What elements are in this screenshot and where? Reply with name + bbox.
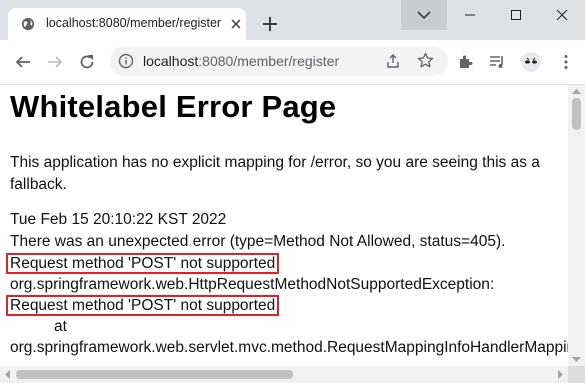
new-tab-icon[interactable] bbox=[260, 14, 280, 34]
tab-title: localhost:8080/member/register bbox=[46, 16, 222, 30]
tab-search-button[interactable] bbox=[401, 0, 447, 30]
back-arrow-icon[interactable] bbox=[14, 53, 32, 71]
horizontal-scrollbar[interactable] bbox=[0, 366, 568, 383]
scroll-left-arrow-icon[interactable] bbox=[4, 370, 10, 379]
close-window-button[interactable] bbox=[539, 0, 585, 30]
page-title: Whitelabel Error Page bbox=[10, 89, 337, 124]
minimize-icon bbox=[465, 14, 475, 16]
url-text[interactable]: localhost:8080/member/register bbox=[143, 53, 339, 69]
url-host: localhost bbox=[143, 53, 199, 69]
browser-toolbar: localhost:8080/member/register bbox=[0, 40, 585, 85]
reading-list-icon[interactable] bbox=[488, 53, 506, 71]
page-content: Whitelabel Error Page This application h… bbox=[0, 85, 568, 366]
close-tab-icon[interactable] bbox=[228, 16, 244, 32]
chevron-down-icon bbox=[417, 11, 431, 20]
exception-class: org.springframework.web.HttpRequestMetho… bbox=[10, 276, 495, 293]
error-timestamp: Tue Feb 15 20:10:22 KST 2022 bbox=[10, 211, 227, 228]
stack-trace-line: org.springframework.web.servlet.mvc.meth… bbox=[10, 339, 568, 356]
horizontal-scroll-thumb[interactable] bbox=[16, 370, 293, 379]
highlighted-exception-message: Request method 'POST' not supported bbox=[5, 295, 280, 316]
profile-avatar-icon[interactable] bbox=[520, 51, 542, 73]
address-bar[interactable]: localhost:8080/member/register bbox=[110, 46, 448, 76]
site-info-icon[interactable] bbox=[118, 53, 134, 69]
browser-tab[interactable]: localhost:8080/member/register bbox=[8, 8, 246, 40]
stack-at: at bbox=[54, 318, 67, 335]
url-path: :8080/member/register bbox=[198, 53, 340, 69]
share-icon[interactable] bbox=[385, 53, 401, 69]
scroll-up-arrow-icon[interactable] bbox=[572, 88, 581, 94]
vertical-scroll-thumb[interactable] bbox=[572, 98, 581, 130]
reload-icon[interactable] bbox=[78, 53, 96, 71]
forward-arrow-icon[interactable] bbox=[46, 53, 64, 71]
maximize-icon bbox=[511, 10, 521, 20]
minimize-button[interactable] bbox=[447, 0, 493, 30]
highlighted-error-message: Request method 'POST' not supported bbox=[5, 253, 280, 274]
extensions-puzzle-icon[interactable] bbox=[457, 53, 475, 71]
error-description: This application has no explicit mapping… bbox=[10, 154, 540, 193]
scroll-down-arrow-icon[interactable] bbox=[572, 357, 581, 363]
more-menu-icon[interactable] bbox=[557, 53, 575, 71]
bookmark-star-icon[interactable] bbox=[417, 52, 434, 69]
error-status-line: There was an unexpected error (type=Meth… bbox=[10, 233, 506, 250]
scrollbar-corner bbox=[568, 366, 585, 383]
vertical-scrollbar[interactable] bbox=[568, 85, 585, 366]
tab-strip: localhost:8080/member/register bbox=[0, 0, 585, 40]
scroll-right-arrow-icon[interactable] bbox=[558, 370, 564, 379]
globe-icon bbox=[21, 17, 35, 31]
close-icon bbox=[556, 9, 568, 21]
maximize-button[interactable] bbox=[493, 0, 539, 30]
